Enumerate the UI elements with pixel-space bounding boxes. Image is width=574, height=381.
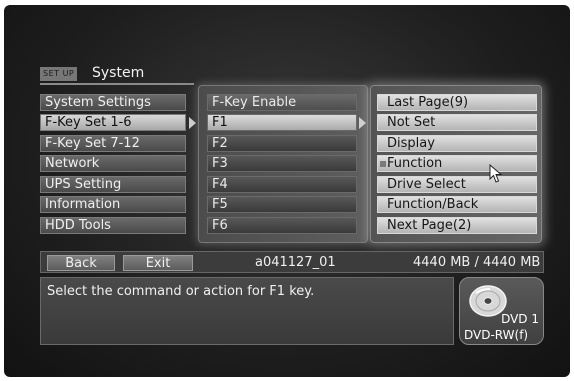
- disc-type: DVD-RW(f): [464, 328, 529, 342]
- fkey-row-f5[interactable]: F5: [207, 196, 357, 213]
- setup-tag: SET UP: [40, 67, 78, 81]
- option-display[interactable]: Display: [377, 135, 537, 152]
- option-drive-select[interactable]: Drive Select: [377, 176, 537, 193]
- status-bar: Back Exit a041127_01 4440 MB / 4440 MB: [40, 251, 544, 273]
- fkey-row-f2[interactable]: F2: [207, 135, 357, 152]
- help-message: Select the command or action for F1 key.: [47, 284, 315, 299]
- menu-item-ups-setting[interactable]: UPS Setting: [40, 176, 186, 193]
- menu-arrow-icon: [189, 117, 196, 129]
- message-box: Select the command or action for F1 key.: [40, 277, 454, 345]
- menu-item-fkey-set-1-6[interactable]: F-Key Set 1-6: [40, 114, 186, 131]
- page-header: SET UP System: [40, 65, 194, 85]
- fkey-arrow-icon: [359, 117, 366, 129]
- menu-item-network[interactable]: Network: [40, 155, 186, 172]
- option-next-page[interactable]: Next Page(2): [377, 217, 537, 234]
- option-last-page[interactable]: Last Page(9): [377, 94, 537, 111]
- option-function-back[interactable]: Function/Back: [377, 196, 537, 213]
- option-not-set[interactable]: Not Set: [377, 114, 537, 131]
- fkey-row-f6[interactable]: F6: [207, 217, 357, 234]
- menu-item-system-settings[interactable]: System Settings: [40, 94, 186, 111]
- disc-number: DVD 1: [501, 312, 539, 326]
- fkey-enable-row[interactable]: F-Key Enable: [207, 94, 357, 111]
- disc-capacity: 4440 MB / 4440 MB: [413, 255, 541, 270]
- fkey-row-f3[interactable]: F3: [207, 155, 357, 172]
- disc-indicator: DVD 1 DVD-RW(f): [459, 277, 544, 345]
- menu-item-fkey-set-7-12[interactable]: F-Key Set 7-12: [40, 135, 186, 152]
- menu-item-information[interactable]: Information: [40, 196, 186, 213]
- fkey-row-f1[interactable]: F1: [207, 114, 357, 131]
- back-button[interactable]: Back: [47, 255, 115, 271]
- page-title: System: [92, 65, 145, 81]
- fkey-row-f4[interactable]: F4: [207, 176, 357, 193]
- menu-item-hdd-tools[interactable]: HDD Tools: [40, 217, 186, 234]
- exit-button[interactable]: Exit: [123, 255, 193, 271]
- screen-frame: SET UP System System Settings F-Key Set …: [4, 5, 570, 377]
- option-function[interactable]: Function: [377, 155, 537, 172]
- mouse-cursor-icon: [489, 164, 503, 183]
- title-name: a041127_01: [255, 255, 336, 270]
